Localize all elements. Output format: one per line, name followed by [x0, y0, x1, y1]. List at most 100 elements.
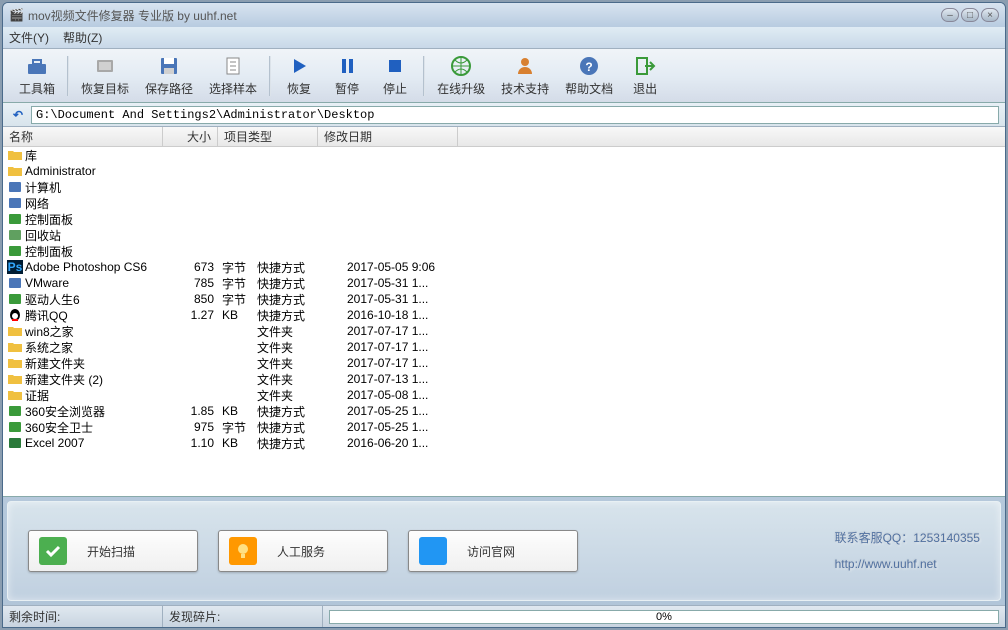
file-name: 新建文件夹	[25, 355, 85, 372]
exit-button[interactable]: 退出	[621, 52, 669, 99]
recover-button[interactable]: 恢复	[275, 52, 323, 99]
file-icon	[7, 356, 23, 370]
file-name: 库	[25, 147, 37, 164]
toolbox-button[interactable]: 工具箱	[11, 52, 63, 99]
file-row[interactable]: Excel 20071.10KB快捷方式2016-06-20 1...	[3, 435, 1005, 451]
titlebar[interactable]: 🎬 mov视频文件修复器 专业版 by uuhf.net – □ ×	[3, 3, 1005, 27]
bulb-icon	[229, 537, 257, 565]
col-size[interactable]: 大小	[163, 127, 218, 146]
file-row[interactable]: 360安全卫士975字节快捷方式2017-05-25 1...	[3, 419, 1005, 435]
file-name: Administrator	[25, 164, 96, 178]
helpdoc-button[interactable]: ? 帮助文档	[557, 52, 621, 99]
menu-file[interactable]: 文件(Y)	[9, 29, 49, 46]
file-unit: 字节	[218, 259, 253, 276]
file-name: VMware	[25, 276, 69, 290]
file-icon	[7, 148, 23, 162]
file-icon	[7, 164, 23, 178]
progress-bar: 0%	[329, 610, 999, 624]
file-date: 2017-05-05 9:06	[343, 260, 483, 274]
contact-info: 联系客服QQ：1253140355 http://www.uuhf.net	[835, 525, 980, 577]
separator	[269, 56, 271, 96]
file-icon	[7, 180, 23, 194]
file-unit: 字节	[218, 275, 253, 292]
file-row[interactable]: 360安全浏览器1.85KB快捷方式2017-05-25 1...	[3, 403, 1005, 419]
window-title: mov视频文件修复器 专业版 by uuhf.net	[28, 7, 237, 24]
file-date: 2017-05-31 1...	[343, 276, 483, 290]
file-name: Excel 2007	[25, 436, 84, 450]
support-button[interactable]: 技术支持	[493, 52, 557, 99]
file-row[interactable]: 系统之家文件夹2017-07-17 1...	[3, 339, 1005, 355]
target-button[interactable]: 恢复目标	[73, 52, 137, 99]
contact-qq: 联系客服QQ：1253140355	[835, 525, 980, 551]
file-row[interactable]: PsAdobe Photoshop CS6673字节快捷方式2017-05-05…	[3, 259, 1005, 275]
file-name: win8之家	[25, 323, 74, 340]
svg-text:?: ?	[585, 60, 592, 74]
file-type: 快捷方式	[253, 275, 343, 292]
help-icon: ?	[577, 54, 601, 78]
web-icon	[419, 537, 447, 565]
stop-button[interactable]: 停止	[371, 52, 419, 99]
file-name: 回收站	[25, 227, 61, 244]
file-row[interactable]: 驱动人生6850字节快捷方式2017-05-31 1...	[3, 291, 1005, 307]
file-row[interactable]: 回收站	[3, 227, 1005, 243]
column-header: 名称 大小 项目类型 修改日期	[3, 127, 1005, 147]
sample-button[interactable]: 选择样本	[201, 52, 265, 99]
file-name: 新建文件夹 (2)	[25, 371, 103, 388]
pause-button[interactable]: 暂停	[323, 52, 371, 99]
col-name[interactable]: 名称	[3, 127, 163, 146]
file-list[interactable]: 库Administrator计算机网络控制面板回收站控制面板PsAdobe Ph…	[3, 147, 1005, 497]
file-row[interactable]: 计算机	[3, 179, 1005, 195]
file-row[interactable]: 新建文件夹文件夹2017-07-17 1...	[3, 355, 1005, 371]
toolbox-icon	[25, 54, 49, 78]
file-size: 850	[163, 292, 218, 306]
file-icon	[7, 308, 23, 322]
website-button[interactable]: 访问官网	[408, 530, 578, 572]
file-row[interactable]: Administrator	[3, 163, 1005, 179]
file-icon: Ps	[7, 260, 23, 274]
status-remain: 剩余时间:	[3, 606, 163, 627]
menu-help[interactable]: 帮助(Z)	[63, 29, 102, 46]
check-icon	[39, 537, 67, 565]
back-button[interactable]: ↶	[9, 106, 27, 124]
separator	[423, 56, 425, 96]
file-date: 2016-10-18 1...	[343, 308, 483, 322]
status-fragments: 发现碎片:	[163, 606, 323, 627]
file-size: 1.10	[163, 436, 218, 450]
bottom-panel: 开始扫描 人工服务 访问官网 联系客服QQ：1253140355 http://…	[7, 501, 1001, 601]
col-date[interactable]: 修改日期	[318, 127, 458, 146]
maximize-button[interactable]: □	[961, 8, 979, 22]
upgrade-button[interactable]: 在线升级	[429, 52, 493, 99]
file-name: 驱动人生6	[25, 291, 80, 308]
close-button[interactable]: ×	[981, 8, 999, 22]
path-input[interactable]	[31, 106, 999, 124]
file-row[interactable]: 腾讯QQ1.27KB快捷方式2016-10-18 1...	[3, 307, 1005, 323]
file-icon	[7, 372, 23, 386]
minimize-button[interactable]: –	[941, 8, 959, 22]
file-row[interactable]: VMware785字节快捷方式2017-05-31 1...	[3, 275, 1005, 291]
file-icon	[7, 276, 23, 290]
file-row[interactable]: 库	[3, 147, 1005, 163]
col-type[interactable]: 项目类型	[218, 127, 318, 146]
file-name: 证据	[25, 387, 49, 404]
save-icon	[157, 54, 181, 78]
file-name: 网络	[25, 195, 49, 212]
file-size: 673	[163, 260, 218, 274]
main-window: 🎬 mov视频文件修复器 专业版 by uuhf.net – □ × 文件(Y)…	[2, 2, 1006, 628]
file-icon	[7, 388, 23, 402]
file-date: 2017-07-17 1...	[343, 356, 483, 370]
file-row[interactable]: 控制面板	[3, 211, 1005, 227]
file-unit: KB	[218, 404, 253, 418]
toolbar: 工具箱 恢复目标 保存路径 选择样本 恢复 暂停 停止	[3, 49, 1005, 103]
file-row[interactable]: 证据文件夹2017-05-08 1...	[3, 387, 1005, 403]
savepath-button[interactable]: 保存路径	[137, 52, 201, 99]
file-row[interactable]: 新建文件夹 (2)文件夹2017-07-13 1...	[3, 371, 1005, 387]
file-row[interactable]: win8之家文件夹2017-07-17 1...	[3, 323, 1005, 339]
manual-button[interactable]: 人工服务	[218, 530, 388, 572]
file-type: 快捷方式	[253, 435, 343, 452]
file-type: 文件夹	[253, 371, 343, 388]
file-row[interactable]: 网络	[3, 195, 1005, 211]
file-name: 360安全浏览器	[25, 403, 105, 420]
exit-icon	[633, 54, 657, 78]
scan-button[interactable]: 开始扫描	[28, 530, 198, 572]
file-row[interactable]: 控制面板	[3, 243, 1005, 259]
